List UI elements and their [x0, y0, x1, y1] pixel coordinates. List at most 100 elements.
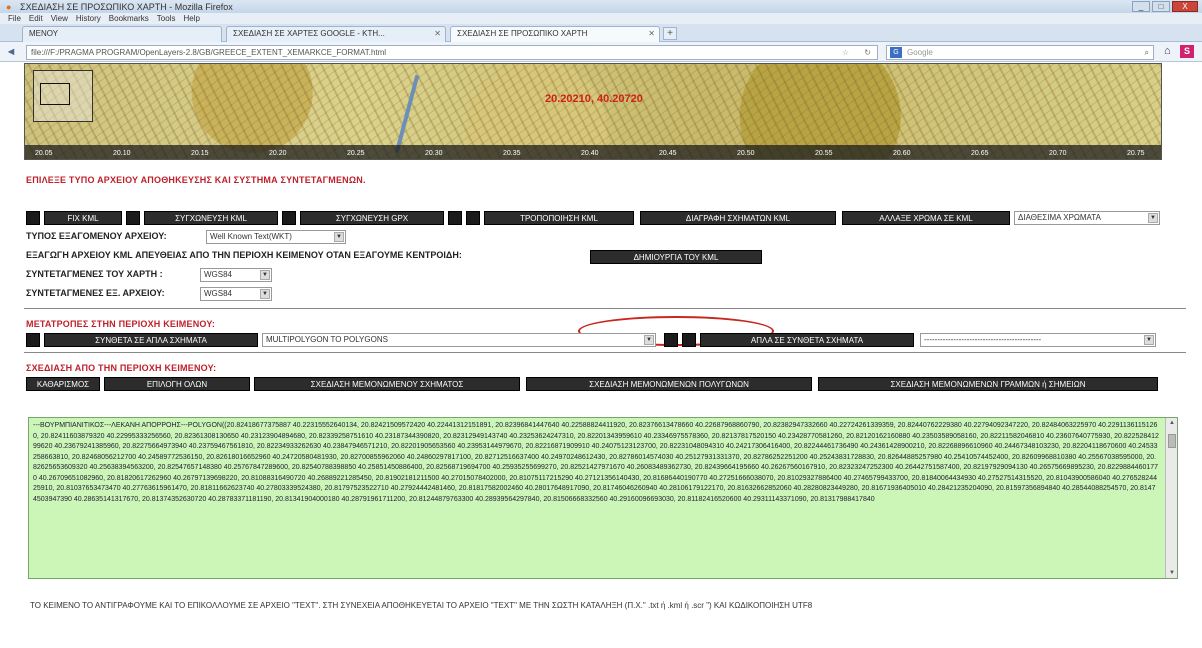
reload-icon[interactable]: ↻ — [864, 46, 871, 59]
change-kml-color-button[interactable]: ΑΛΛΑΞΕ ΧΡΩΜΑ ΣΕ KML — [842, 211, 1010, 225]
map-tick: 20.70 — [1049, 150, 1067, 157]
map-coords-label: ΣΥΝΤΕΤΑΓΜΕΝΕΣ ΤΟΥ ΧΑΡΤΗ : — [26, 269, 163, 279]
map-tick: 20.20 — [269, 150, 287, 157]
export-type-select[interactable]: Well Known Text(WKT) ▼ — [206, 230, 346, 244]
simple-to-complex-button[interactable]: ΑΠΛΑ ΣΕ ΣΥΝΘΕΤΑ ΣΧΗΜΑΤΑ — [700, 333, 914, 347]
export-kml-label: ΕΞΑΓΩΓΗ ΑΡΧΕΙΟΥ KML ΑΠΕΥΘΕΙΑΣ ΑΠΟ ΤΗΝ ΠΕ… — [26, 250, 462, 260]
map-tick: 20.35 — [503, 150, 521, 157]
minimize-button[interactable]: _ — [1132, 1, 1150, 12]
colors-select[interactable]: ΔΙΑΘΕΣΙΜΑ ΧΡΩΜΑΤΑ ▼ — [1014, 211, 1160, 225]
export-type-value: Well Known Text(WKT) — [210, 232, 292, 241]
close-button[interactable]: X — [1172, 1, 1198, 12]
chevron-down-icon: ▼ — [260, 289, 270, 299]
toolbar-spacer — [26, 333, 40, 347]
chevron-down-icon: ▼ — [334, 232, 344, 242]
map-tick: 20.45 — [659, 150, 677, 157]
map-tick: 20.10 — [113, 150, 131, 157]
second-conversion-select[interactable]: ----------------------------------------… — [920, 333, 1156, 347]
menu-bookmarks[interactable]: Bookmarks — [109, 14, 149, 23]
toolbar-spacer — [466, 211, 480, 225]
menu-file[interactable]: File — [8, 14, 21, 23]
toolbar-spacer — [664, 333, 678, 347]
textarea-scrollbar[interactable]: ▲ ▼ — [1165, 418, 1177, 578]
search-placeholder: Google — [907, 48, 933, 57]
chevron-down-icon: ▼ — [644, 335, 654, 345]
wkt-textarea[interactable]: ---ΒΟΥΡΜΠΙΑΝΙΤΙΚΟΣ---ΛΕΚΑΝΗ ΑΠΟΡΡΟΗΣ---P… — [28, 417, 1178, 579]
search-bar[interactable]: G Google ⌕ — [886, 45, 1154, 60]
new-tab-button[interactable]: + — [663, 27, 677, 40]
clear-button[interactable]: ΚΑΘΑΡΙΣΜΟΣ — [26, 377, 100, 391]
create-kml-button[interactable]: ΔΗΜΙΟΥΡΓΙΑ ΤΟΥ KML — [590, 250, 762, 264]
toolbar-spacer — [126, 211, 140, 225]
conversion-select[interactable]: MULTIPOLYGON TO POLYGONS ▼ — [262, 333, 656, 347]
menu-tools[interactable]: Tools — [157, 14, 176, 23]
url-bar[interactable]: file:///F:/PRAGMA PROGRAM/OpenLayers-2.8… — [26, 45, 878, 60]
colors-select-value: ΔΙΑΘΕΣΙΜΑ ΧΡΩΜΑΤΑ — [1018, 213, 1101, 222]
page-content: 20.20210, 40.20720 20.05 20.10 20.15 20.… — [0, 63, 1202, 648]
maximize-button[interactable]: □ — [1152, 1, 1170, 12]
scroll-down-icon[interactable]: ▼ — [1166, 568, 1177, 578]
toolbar-spacer — [448, 211, 462, 225]
modify-kml-button[interactable]: ΤΡΟΠΟΠΟΙΗΣΗ KML — [484, 211, 634, 225]
window-titlebar: ● ΣΧΕΔΙΑΣΗ ΣΕ ΠΡΟΣΩΠΙΚΟ ΧΑΡΤΗ - Mozilla … — [0, 0, 1202, 13]
home-icon[interactable]: ⌂ — [1164, 45, 1171, 57]
divider — [24, 308, 1186, 309]
merge-kml-button[interactable]: ΣΥΓΧΩΝΕΥΣΗ KML — [144, 211, 278, 225]
map-tick: 20.30 — [425, 150, 443, 157]
complex-to-simple-button[interactable]: ΣΥΝΘΕΤΑ ΣΕ ΑΠΛΑ ΣΧΗΜΑΤΑ — [44, 333, 258, 347]
map-tick: 20.05 — [35, 150, 53, 157]
menu-help[interactable]: Help — [183, 14, 199, 23]
search-icon[interactable]: ⌕ — [1145, 46, 1149, 59]
tab-menu[interactable]: ΜΕΝΟΥ — [22, 26, 222, 42]
map-tick: 20.50 — [737, 150, 755, 157]
map-tick: 20.75 — [1127, 150, 1145, 157]
select-all-button[interactable]: ΕΠΙΛΟΓΗ ΟΛΩΝ — [104, 377, 250, 391]
file-coords-select[interactable]: WGS84 ▼ — [200, 287, 272, 301]
map-coords-select[interactable]: WGS84 ▼ — [200, 268, 272, 282]
fix-kml-button[interactable]: FIX KML — [44, 211, 122, 225]
tab-label: ΣΧΕΔΙΑΣΗ ΣΕ ΠΡΟΣΩΠΙΚΟ ΧΑΡΤΗ — [457, 29, 588, 38]
addon-icon[interactable]: S — [1180, 45, 1194, 58]
tab-google-maps[interactable]: ΣΧΕΔΙΑΣΗ ΣΕ ΧΑΡΤΕΣ GOOGLE - KTH... ✕ — [226, 26, 446, 42]
export-type-label: ΤΥΠΟΣ ΕΞΑΓΟΜΕΝΟΥ ΑΡΧΕΙΟΥ: — [26, 231, 167, 241]
map-tick: 20.65 — [971, 150, 989, 157]
divider — [24, 352, 1186, 353]
draw-single-shape-button[interactable]: ΣΧΕΔΙΑΣΗ ΜΕΜΟΝΩΜΕΝΟΥ ΣΧΗΜΑΤΟΣ — [254, 377, 520, 391]
map-coordinates-label: 20.20210, 40.20720 — [545, 93, 643, 105]
bookmark-star-icon[interactable]: ☆ — [842, 46, 849, 59]
draw-lines-points-button[interactable]: ΣΧΕΔΙΑΣΗ ΜΕΜΟΝΩΜΕΝΩΝ ΓΡΑΜΜΩΝ ή ΣΗΜΕΙΩΝ — [818, 377, 1158, 391]
merge-gpx-button[interactable]: ΣΥΓΧΩΝΕΥΣΗ GPX — [300, 211, 444, 225]
tab-label: ΣΧΕΔΙΑΣΗ ΣΕ ΧΑΡΤΕΣ GOOGLE - KTH... — [233, 29, 385, 38]
url-text: file:///F:/PRAGMA PROGRAM/OpenLayers-2.8… — [31, 48, 387, 57]
tab-personal-map[interactable]: ΣΧΕΔΙΑΣΗ ΣΕ ΠΡΟΣΩΠΙΚΟ ΧΑΡΤΗ ✕ — [450, 26, 660, 42]
map-tick: 20.40 — [581, 150, 599, 157]
heading-draw-from-text: ΣΧΕΔΙΑΣΗ ΑΠΟ ΤΗΝ ΠΕΡΙΟΧΗ ΚΕΙΜΕΝΟΥ: — [26, 363, 217, 373]
tab-close-icon[interactable]: ✕ — [434, 27, 441, 41]
delete-kml-shapes-button[interactable]: ΔΙΑΓΡΑΦΗ ΣΧΗΜΑΤΩΝ KML — [640, 211, 836, 225]
map-view[interactable]: 20.20210, 40.20720 20.05 20.10 20.15 20.… — [24, 63, 1162, 160]
wkt-text: ---ΒΟΥΡΜΠΙΑΝΙΤΙΚΟΣ---ΛΕΚΑΝΗ ΑΠΟΡΡΟΗΣ---P… — [33, 422, 1159, 503]
conversion-select-value: MULTIPOLYGON TO POLYGONS — [266, 335, 388, 344]
scroll-thumb[interactable] — [1168, 434, 1176, 448]
toolbar-spacer — [682, 333, 696, 347]
draw-polygons-button[interactable]: ΣΧΕΔΙΑΣΗ ΜΕΜΟΝΩΜΕΝΩΝ ΠΟΛΥΓΩΝΩΝ — [526, 377, 812, 391]
tab-close-icon[interactable]: ✕ — [648, 27, 655, 41]
second-conversion-value: ----------------------------------------… — [924, 335, 1042, 344]
chevron-down-icon: ▼ — [260, 270, 270, 280]
menu-edit[interactable]: Edit — [29, 14, 43, 23]
scroll-up-icon[interactable]: ▲ — [1166, 418, 1177, 428]
tab-label: ΜΕΝΟΥ — [29, 29, 59, 38]
google-icon: G — [890, 47, 902, 58]
back-arrow-icon[interactable]: ◄ — [4, 45, 18, 59]
chevron-down-icon: ▼ — [1144, 335, 1154, 345]
menu-view[interactable]: View — [51, 14, 68, 23]
window-title: ΣΧΕΔΙΑΣΗ ΣΕ ΠΡΟΣΩΠΙΚΟ ΧΑΡΤΗ - Mozilla Fi… — [20, 1, 233, 12]
map-tick: 20.60 — [893, 150, 911, 157]
footer-note: ΤΟ ΚΕΙΜΕΝΟ ΤΟ ΑΝΤΙΓΡΑΦΟΥΜΕ ΚΑΙ ΤΟ ΕΠΙΚΟΛ… — [30, 601, 813, 610]
chevron-down-icon: ▼ — [1148, 213, 1158, 223]
map-overview[interactable] — [33, 70, 93, 122]
map-tick: 20.55 — [815, 150, 833, 157]
toolbar-spacer — [26, 211, 40, 225]
menu-history[interactable]: History — [76, 14, 101, 23]
map-river — [394, 74, 420, 154]
